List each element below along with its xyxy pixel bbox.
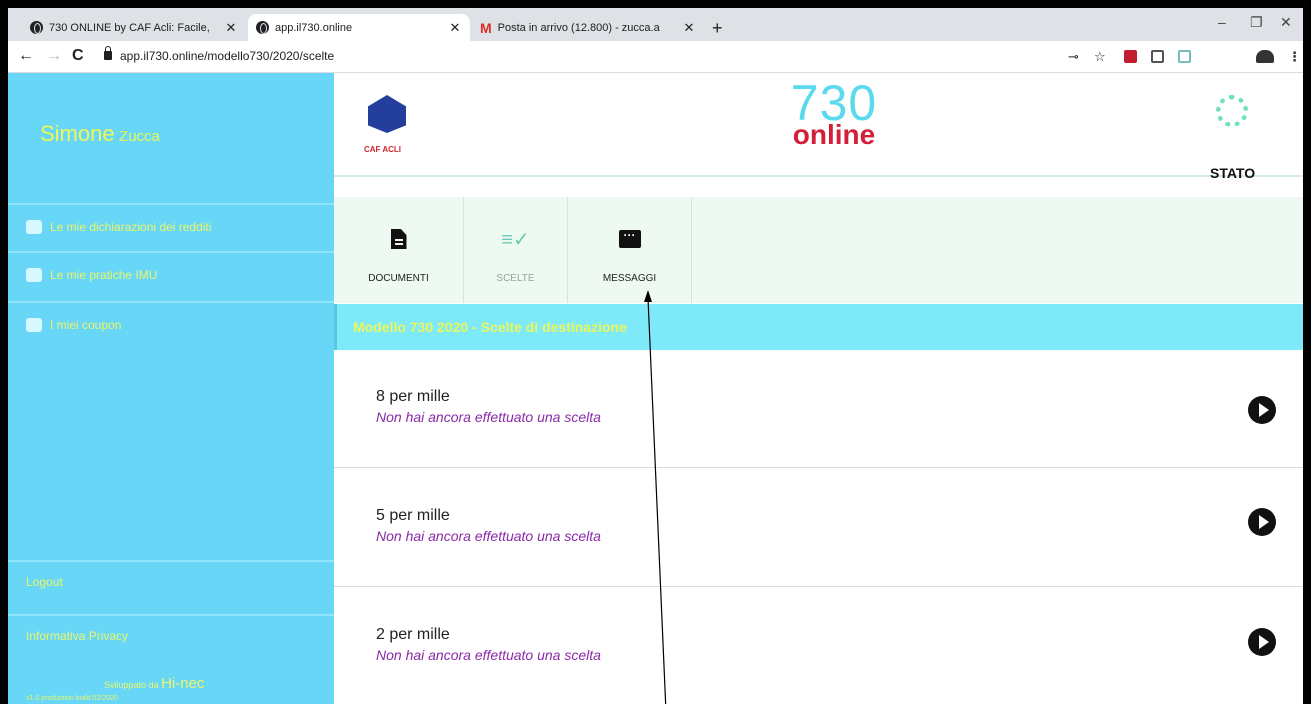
address-bar[interactable]: app.il730.online/modello730/2020/scelte <box>120 49 334 63</box>
developer-credit: Sviluppato da Hi-nec <box>104 675 204 692</box>
close-tab-icon[interactable]: ✕ <box>448 20 462 36</box>
choice-status: Non hai ancora effettuato una scelta <box>376 647 601 663</box>
choice-title: 5 per mille <box>376 507 450 524</box>
app-header: CAF ACLI 730 online STATO <box>334 73 1303 181</box>
close-window-button[interactable]: ✕ <box>1280 14 1292 31</box>
brand-logo: 730 online <box>774 77 894 149</box>
message-icon: ··· <box>618 229 641 248</box>
sidebar: Simone Zucca Le mie dichiarazioni dei re… <box>8 73 334 704</box>
key-icon[interactable]: ⊸ <box>1068 49 1079 65</box>
sidebar-item-dichiarazioni[interactable]: Le mie dichiarazioni dei redditi <box>8 203 334 249</box>
sidebar-item-coupon[interactable]: I miei coupon <box>8 301 334 347</box>
tag-icon <box>26 318 42 332</box>
extension-icon[interactable] <box>1124 50 1137 63</box>
back-arrow-icon[interactable]: ← <box>18 47 34 65</box>
developer-name: Hi-nec <box>161 675 205 692</box>
tab-label: DOCUMENTI <box>368 273 429 284</box>
play-arrow-icon[interactable] <box>1248 628 1276 656</box>
play-arrow-icon[interactable] <box>1248 396 1276 424</box>
logout-link[interactable]: Logout <box>8 560 334 602</box>
extension-icon[interactable] <box>1151 50 1164 63</box>
tab-scelte[interactable]: ≡✓ SCELTE <box>464 197 568 303</box>
globe-icon <box>30 21 43 34</box>
home-icon <box>26 268 42 282</box>
user-last-name: Zucca <box>119 128 160 145</box>
section-title: Modello 730 2020 - Scelte di destinazion… <box>353 319 627 335</box>
developed-by-label: Sviluppato da <box>104 680 159 690</box>
minimize-button[interactable]: – <box>1218 14 1226 30</box>
browser-toolbar: ← → C app.il730.online/modello730/2020/s… <box>8 41 1303 73</box>
browser-tab-2[interactable]: app.il730.online ✕ <box>248 14 470 41</box>
choice-title: 2 per mille <box>376 626 450 643</box>
browser-tab-1[interactable]: 730 ONLINE by CAF Acli: Facile, ✕ <box>22 14 246 41</box>
section-banner: Modello 730 2020 - Scelte di destinazion… <box>334 304 1303 350</box>
new-tab-button[interactable]: + <box>712 18 723 39</box>
profile-icon[interactable] <box>1256 50 1274 63</box>
star-icon[interactable]: ☆ <box>1094 49 1106 65</box>
caf-acli-logo: CAF ACLI <box>362 91 418 161</box>
status-spinner-icon[interactable] <box>1216 95 1248 127</box>
version-label: v1.0 production build 02/2020 <box>26 695 118 702</box>
close-tab-icon[interactable]: ✕ <box>224 20 238 36</box>
close-tab-icon[interactable]: ✕ <box>682 20 696 36</box>
menu-dots-icon[interactable]: ⋮ <box>1288 49 1301 65</box>
maximize-button[interactable]: ❐ <box>1250 14 1263 31</box>
sidebar-item-imu[interactable]: Le mie pratiche IMU <box>8 251 334 297</box>
sidebar-item-label: I miei coupon <box>50 318 122 332</box>
lock-icon <box>104 46 112 60</box>
section-menu: DOCUMENTI ≡✓ SCELTE ··· MESSAGGI <box>334 197 1303 303</box>
forward-arrow-icon[interactable]: → <box>46 47 62 65</box>
choice-2-per-mille[interactable]: 2 per mille Non hai ancora effettuato un… <box>334 588 1303 704</box>
tab-title: Posta in arrivo (12.800) - zucca.a <box>497 21 660 34</box>
tab-documenti[interactable]: DOCUMENTI <box>334 197 464 303</box>
tab-title: 730 ONLINE by CAF Acli: Facile, <box>49 21 210 34</box>
status-label[interactable]: STATO <box>1210 165 1255 181</box>
choice-status: Non hai ancora effettuato una scelta <box>376 409 601 425</box>
choice-5-per-mille[interactable]: 5 per mille Non hai ancora effettuato un… <box>334 469 1303 587</box>
globe-icon <box>256 21 269 34</box>
user-first-name: Simone <box>40 121 115 146</box>
screen-frame: 730 ONLINE by CAF Acli: Facile, ✕ app.il… <box>0 0 1311 704</box>
browser-tab-bar: 730 ONLINE by CAF Acli: Facile, ✕ app.il… <box>8 8 1303 41</box>
checklist-icon: ≡✓ <box>501 228 530 251</box>
play-arrow-icon[interactable] <box>1248 508 1276 536</box>
acli-emblem-icon <box>368 95 406 133</box>
sidebar-item-label: Le mie pratiche IMU <box>50 268 158 282</box>
choice-status: Non hai ancora effettuato una scelta <box>376 528 601 544</box>
choice-title: 8 per mille <box>376 388 450 405</box>
document-icon <box>390 229 407 249</box>
reload-icon[interactable]: C <box>72 47 84 65</box>
logo-text: CAF ACLI <box>364 145 402 154</box>
gmail-icon: M <box>480 19 492 36</box>
tab-label: MESSAGGI <box>602 273 657 284</box>
tab-messaggi[interactable]: ··· MESSAGGI <box>568 197 692 303</box>
tab-title: app.il730.online <box>275 21 353 34</box>
document-icon <box>26 220 42 234</box>
privacy-link[interactable]: Informativa Privacy <box>8 614 334 656</box>
choice-8-per-mille[interactable]: 8 per mille Non hai ancora effettuato un… <box>334 350 1303 468</box>
extension-icon[interactable] <box>1178 50 1191 63</box>
browser-tab-3[interactable]: M Posta in arrivo (12.800) - zucca.a ✕ <box>472 14 704 41</box>
sidebar-item-label: Le mie dichiarazioni dei redditi <box>50 220 212 234</box>
user-name: Simone Zucca <box>40 121 160 147</box>
tab-label: SCELTE <box>496 273 535 284</box>
